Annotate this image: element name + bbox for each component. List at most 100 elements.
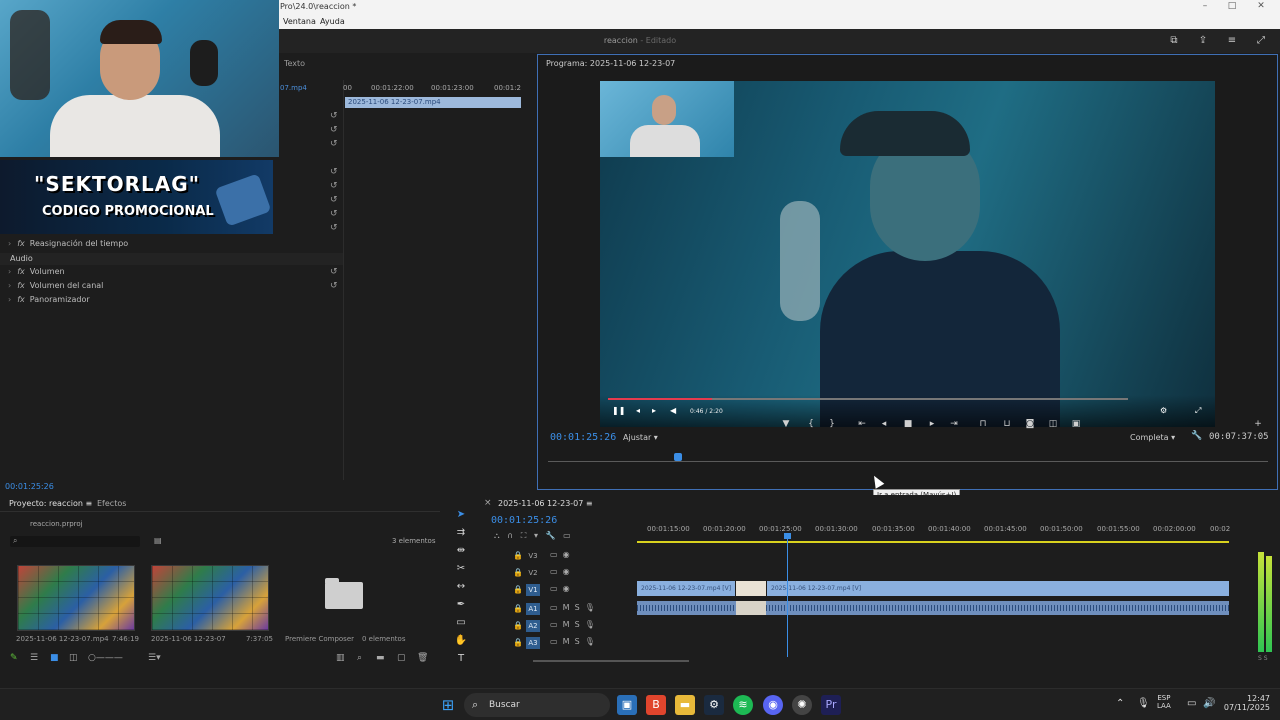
fx-row-channel-volume[interactable]: › fx Volumen del canal (8, 281, 103, 290)
workspaces-icon[interactable]: ≡ (1225, 34, 1239, 48)
mic-tray-icon[interactable]: 🎙 (1137, 698, 1150, 709)
playhead-handle[interactable] (784, 533, 791, 539)
video-clip[interactable]: 2025-11-06 12-23-07.mp4 [V] (767, 581, 1229, 596)
prev-icon[interactable]: ◂ (636, 406, 640, 415)
rectangle-tool-icon[interactable]: ▭ (453, 615, 469, 631)
language-indicator[interactable]: ESP LAA (1157, 694, 1171, 710)
compare-icon[interactable]: ◫ (1046, 419, 1060, 429)
stop-icon[interactable]: ■ (901, 419, 915, 429)
automate-icon[interactable]: ▥ (336, 653, 345, 663)
task-view-icon[interactable]: ▣ (617, 695, 637, 715)
tray-chevron-icon[interactable]: ⌃ (1116, 698, 1124, 709)
new-bin-icon[interactable]: ▬ (376, 653, 385, 663)
video-frame[interactable]: ❚❚ ◂ ▸ ◀ 0:46 / 2:20 ⚙ ⤢ (600, 81, 1215, 427)
track-select-icon[interactable]: ⇉ (453, 525, 469, 541)
folder-icon[interactable] (325, 578, 363, 609)
volume-icon[interactable]: 🔊 (1203, 698, 1215, 709)
reset-icon[interactable]: ↺ (330, 209, 338, 219)
program-title[interactable]: Programa: 2025-11-06 12-23-07 (546, 59, 675, 68)
reset-icon[interactable]: ↺ (330, 111, 338, 121)
fullscreen-icon[interactable]: ⤢ (1254, 34, 1268, 48)
fx-row-panner[interactable]: › fx Panoramizador (8, 295, 90, 304)
list-view-icon[interactable]: ☰ (30, 653, 38, 663)
pen-tool-icon[interactable]: ✒ (453, 597, 469, 613)
network-icon[interactable]: ▭ (1187, 698, 1196, 709)
program-scrubber[interactable] (548, 461, 1268, 462)
extract-icon[interactable]: ⊔ (1000, 419, 1014, 429)
premiere-icon[interactable]: Pr (821, 695, 841, 715)
transition-clip[interactable] (736, 581, 766, 596)
fx-row-volume[interactable]: › fx Volumen (8, 267, 65, 276)
program-playhead[interactable] (673, 453, 682, 461)
effect-mini-timeline[interactable]: 00 00:01:22:00 00:01:23:00 00:01:2 2025-… (343, 80, 523, 480)
video-clip[interactable]: 2025-11-06 12-23-07.mp4 [V] (637, 581, 735, 596)
fit-dropdown[interactable]: Ajustar ▾ (623, 433, 658, 442)
track-label[interactable]: V2 (526, 567, 540, 579)
selection-tool-icon[interactable]: ➤ (453, 507, 469, 523)
mark-out-icon[interactable]: } (825, 419, 839, 429)
ripple-edit-icon[interactable]: ⇹ (453, 543, 469, 559)
audio-clip[interactable] (637, 601, 1229, 615)
lock-icon[interactable]: 🔒 (513, 604, 523, 613)
solo-labels[interactable]: S S (1258, 655, 1268, 662)
track-controls[interactable]: ▭ ◉ (550, 567, 570, 576)
project-search-input[interactable]: ⌕ (10, 536, 140, 547)
spotify-icon[interactable]: ≋ (733, 695, 753, 715)
track-label[interactable]: A1 (526, 603, 540, 615)
video-progress[interactable] (608, 398, 1128, 400)
reset-icon[interactable]: ↺ (330, 167, 338, 177)
icon-view-icon[interactable]: ■ (50, 653, 59, 663)
volume-icon[interactable]: ◀ (670, 406, 676, 415)
wrench-icon[interactable]: 🔧 (1191, 431, 1202, 441)
timeline-timecode[interactable]: 00:01:25:26 (491, 515, 557, 526)
chatgpt-icon[interactable]: ✺ (792, 695, 812, 715)
timeline-scrollbar[interactable] (533, 660, 689, 662)
brave-icon[interactable]: B (646, 695, 666, 715)
settings-icon[interactable]: ⚙ (1160, 406, 1167, 415)
sequence-thumbnail[interactable] (151, 565, 269, 631)
multicam-icon[interactable]: ▣ (1069, 419, 1083, 429)
hand-tool-icon[interactable]: ✋ (453, 633, 469, 649)
discord-icon[interactable]: ◉ (763, 695, 783, 715)
new-item-icon[interactable]: ▢ (397, 653, 406, 663)
track-label[interactable]: A3 (526, 637, 540, 649)
marker-icon[interactable]: ▼ (779, 419, 793, 429)
close-button[interactable]: ✕ (1254, 1, 1268, 11)
timeline-playhead[interactable] (787, 535, 788, 657)
fullscreen-icon[interactable]: ⤢ (1195, 406, 1201, 416)
track-controls[interactable]: ▭ M S 🎙 (550, 637, 595, 646)
go-to-out-icon[interactable]: ⇥ (947, 419, 961, 429)
type-tool-icon[interactable]: T (453, 651, 469, 667)
track-label[interactable]: V3 (526, 550, 540, 562)
menu-ventana[interactable]: Ventana (283, 17, 316, 26)
find-icon[interactable]: ⌕ (357, 653, 362, 663)
mini-clip[interactable]: 2025-11-06 12-23-07.mp4 (345, 97, 521, 108)
reset-icon[interactable]: ↺ (330, 195, 338, 205)
reset-icon[interactable]: ↺ (330, 125, 338, 135)
resolution-dropdown[interactable]: Completa ▾ (1130, 433, 1175, 442)
tab-project[interactable]: Proyecto: reaccion ≡ (9, 499, 92, 508)
lock-icon[interactable]: 🔒 (513, 621, 523, 630)
reset-icon[interactable]: ↺ (330, 267, 338, 277)
lift-icon[interactable]: ⊓ (976, 419, 990, 429)
track-label[interactable]: A2 (526, 620, 540, 632)
audio-transition[interactable] (736, 601, 766, 615)
maximize-button[interactable]: □ (1225, 1, 1239, 11)
tab-effects[interactable]: Efectos (97, 499, 126, 508)
close-sequence-icon[interactable]: × (484, 498, 492, 508)
windows-start-icon[interactable]: ⊞ (438, 695, 458, 715)
reset-icon[interactable]: ↺ (330, 181, 338, 191)
track-controls[interactable]: ▭ M S 🎙 (550, 620, 595, 629)
new-bin-icon[interactable]: ▤ (154, 536, 162, 545)
tab-texto[interactable]: Texto (284, 59, 305, 68)
fx-row-time-remap[interactable]: › fx Reasignación del tiempo (8, 239, 128, 248)
mark-in-icon[interactable]: { (804, 419, 818, 429)
steam-icon[interactable]: ⚙ (704, 695, 724, 715)
track-controls[interactable]: ▭ M S 🎙 (550, 603, 595, 612)
quick-export-icon[interactable]: ⧉ (1167, 34, 1181, 48)
step-forward-icon[interactable]: ▸ (925, 419, 939, 429)
pause-icon[interactable]: ❚❚ (612, 406, 625, 415)
sequence-tab[interactable]: 2025-11-06 12-23-07 ≡ (498, 499, 593, 508)
track-label[interactable]: V1 (526, 584, 540, 596)
lock-icon[interactable]: 🔒 (513, 568, 523, 577)
